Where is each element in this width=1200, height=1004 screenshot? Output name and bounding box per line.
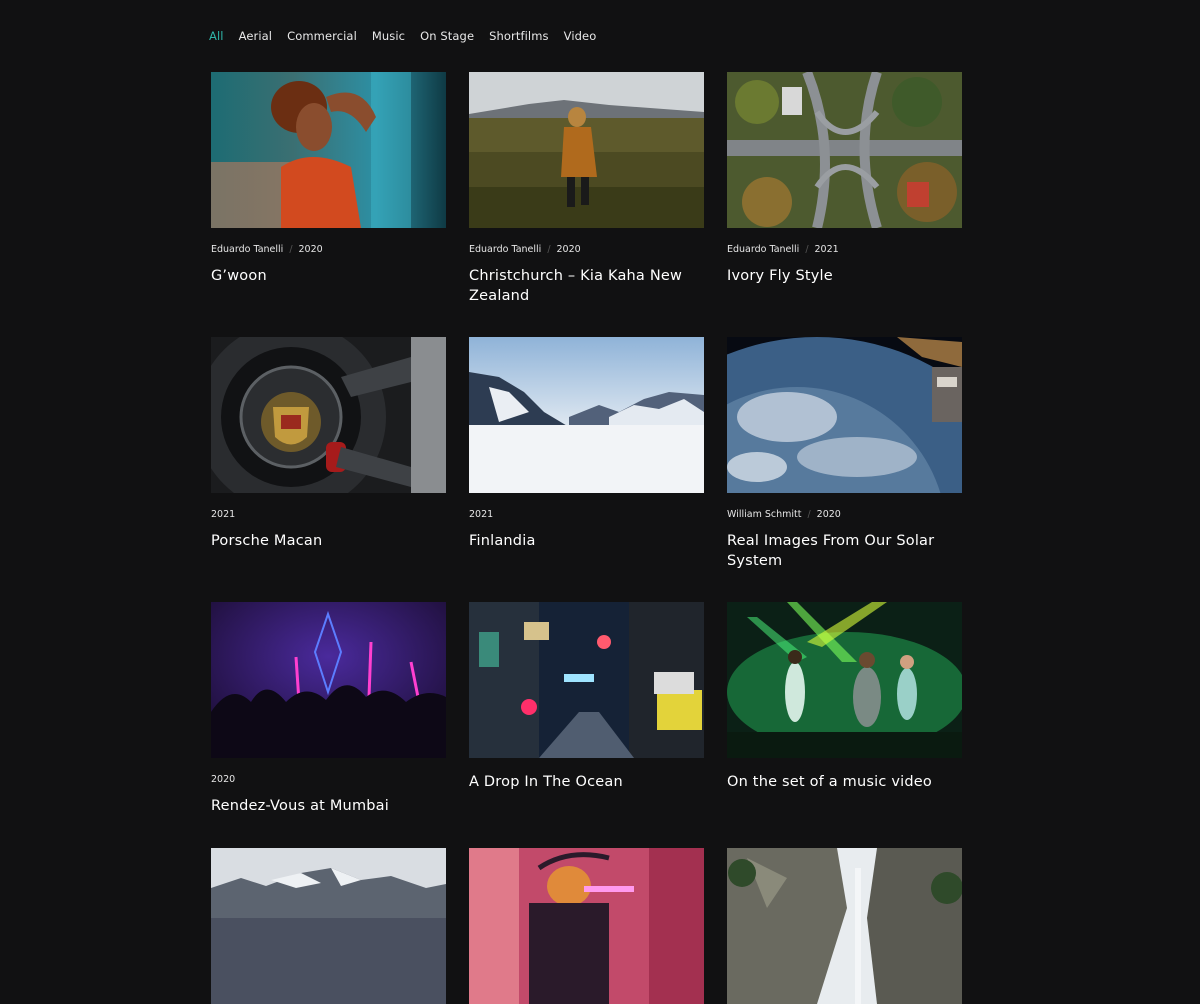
filter-shortfilms[interactable]: Shortfilms	[489, 28, 549, 44]
card-author: Eduardo Tanelli	[469, 244, 542, 255]
card-title[interactable]: Porsche Macan	[211, 531, 446, 551]
card-title[interactable]: On the set of a music video	[727, 772, 962, 792]
meta-separator: /	[289, 244, 293, 255]
card-year: 2021	[814, 244, 839, 255]
mountain-range-image[interactable]	[211, 848, 446, 1004]
pink-studio-image[interactable]	[469, 848, 704, 1004]
porsche-wheel-image[interactable]	[211, 337, 446, 493]
card-author: Eduardo Tanelli	[727, 244, 800, 255]
card-title[interactable]: Ivory Fly Style	[727, 266, 962, 286]
card-title[interactable]: A Drop In The Ocean	[469, 772, 704, 792]
card-author: Eduardo Tanelli	[211, 244, 284, 255]
earth-from-space-image[interactable]	[727, 337, 962, 493]
card-year: 2020	[556, 244, 581, 255]
card-title[interactable]: Rendez-Vous at Mumbai	[211, 796, 446, 816]
portfolio-card: 2021 Finlandia	[469, 337, 704, 602]
snowy-mountains-image[interactable]	[469, 337, 704, 493]
filter-aerial[interactable]: Aerial	[239, 28, 273, 44]
card-meta: William Schmitt / 2020	[727, 509, 962, 521]
portfolio-card: 2020 Rendez-Vous at Mumbai	[211, 602, 446, 848]
neon-crowd-image[interactable]	[211, 602, 446, 758]
card-title[interactable]: G’woon	[211, 266, 446, 286]
meta-separator: /	[807, 509, 811, 520]
portfolio-card: On the set of a music video	[727, 602, 962, 848]
hiker-grassland-image[interactable]	[469, 72, 704, 228]
card-meta: Eduardo Tanelli / 2020	[469, 244, 704, 256]
night-alley-image[interactable]	[469, 602, 704, 758]
portfolio-card: William Schmitt / 2020 Real Images From …	[727, 337, 962, 602]
card-year: 2020	[816, 509, 841, 520]
portfolio-card: Eduardo Tanelli / 2021 Ivory Fly Style	[727, 72, 962, 337]
portrait-woman-image[interactable]	[211, 72, 446, 228]
filter-commercial[interactable]: Commercial	[287, 28, 357, 44]
portfolio-card: A Drop In The Ocean	[469, 602, 704, 848]
portfolio-card	[727, 848, 962, 1004]
card-meta: 2020	[211, 774, 446, 786]
card-title[interactable]: Christchurch – Kia Kaha New Zealand	[469, 266, 704, 306]
portfolio-card: 2021 Porsche Macan	[211, 337, 446, 602]
filter-on-stage[interactable]: On Stage	[420, 28, 474, 44]
portfolio-filter-bar: All Aerial Commercial Music On Stage Sho…	[209, 28, 611, 44]
card-meta: 2021	[211, 509, 446, 521]
green-stage-image[interactable]	[727, 602, 962, 758]
card-year: 2020	[298, 244, 323, 255]
portfolio-card: Eduardo Tanelli / 2020 G’woon	[211, 72, 446, 337]
portfolio-card	[211, 848, 446, 1004]
card-meta: 2021	[469, 509, 704, 521]
waterfall-cliffs-image[interactable]	[727, 848, 962, 1004]
card-meta: Eduardo Tanelli / 2020	[211, 244, 446, 256]
card-year: 2021	[469, 509, 494, 520]
card-year: 2021	[211, 509, 236, 520]
card-year: 2020	[211, 774, 236, 785]
card-meta: Eduardo Tanelli / 2021	[727, 244, 962, 256]
portfolio-card: Eduardo Tanelli / 2020 Christchurch – Ki…	[469, 72, 704, 337]
meta-separator: /	[547, 244, 551, 255]
portfolio-grid: Eduardo Tanelli / 2020 G’woon Eduardo Ta…	[211, 72, 962, 1004]
highway-interchange-image[interactable]	[727, 72, 962, 228]
card-title[interactable]: Real Images From Our Solar System	[727, 531, 962, 571]
meta-separator: /	[805, 244, 809, 255]
filter-all[interactable]: All	[209, 28, 224, 44]
portfolio-card	[469, 848, 704, 1004]
filter-music[interactable]: Music	[372, 28, 405, 44]
card-author: William Schmitt	[727, 509, 802, 520]
card-title[interactable]: Finlandia	[469, 531, 704, 551]
filter-video[interactable]: Video	[564, 28, 597, 44]
